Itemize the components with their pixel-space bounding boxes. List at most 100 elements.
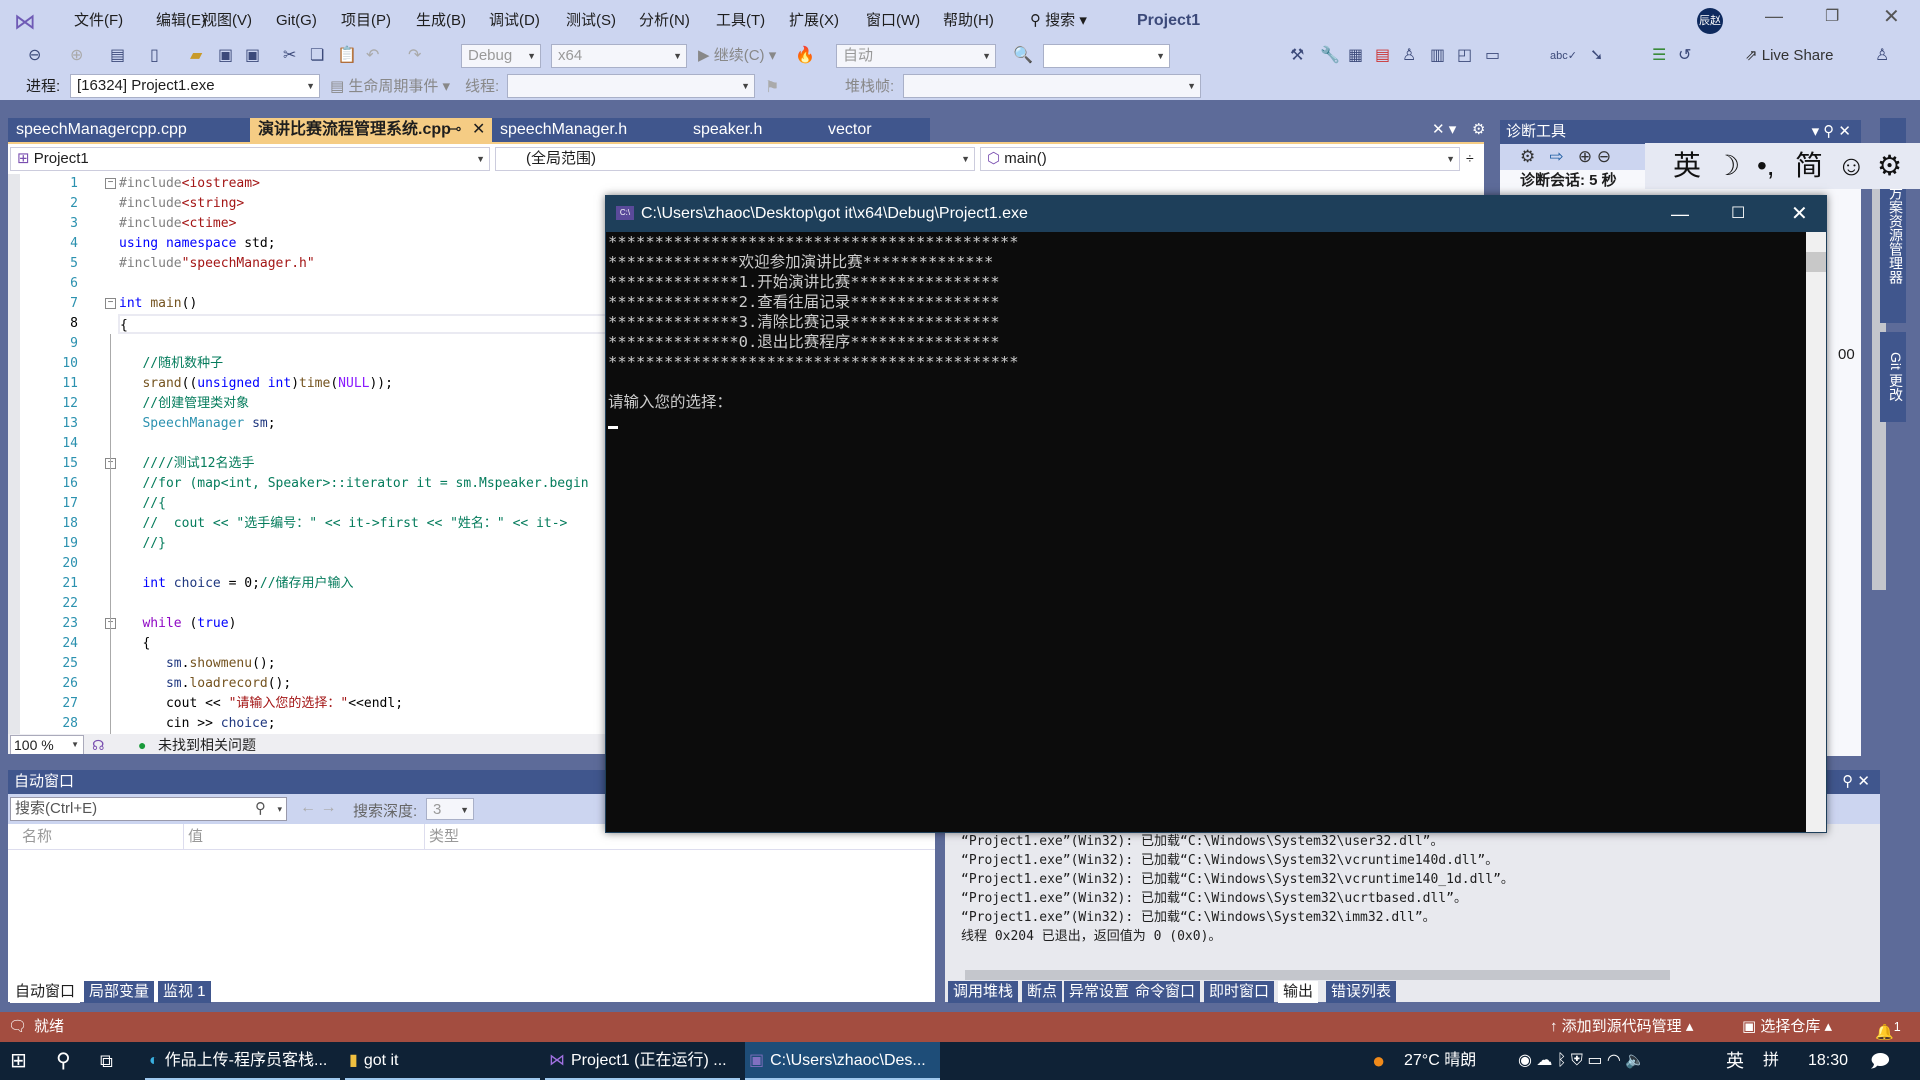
taskbar-item[interactable]: ◐ 作品上传-程序员客栈... [145, 1042, 340, 1080]
code-line[interactable]: //随机数种子 [119, 354, 223, 374]
scope-dropdown[interactable]: (全局范围) ▼ [495, 147, 975, 171]
process-dropdown[interactable]: [16324] Project1.exe ▼ [70, 74, 320, 98]
code-line[interactable]: { [119, 634, 150, 654]
console-minimize-button[interactable]: — [1671, 196, 1689, 232]
ime-language-button[interactable]: 英 [1673, 143, 1701, 189]
menu-item[interactable]: 分析(N) [633, 8, 696, 34]
gear-icon[interactable]: ⚙ [1472, 120, 1485, 138]
issues-status[interactable]: 未找到相关问题 [158, 734, 256, 754]
feedback-icon[interactable]: ♙ [1875, 44, 1889, 68]
fold-toggle[interactable]: − [105, 178, 116, 189]
configuration-dropdown[interactable]: Debug ▼ [461, 44, 541, 68]
comment-icon[interactable]: ↺ [1678, 44, 1691, 68]
tab-document[interactable]: vector [820, 118, 930, 142]
autos-tab[interactable]: 监视 1 [158, 981, 211, 1003]
output-tab[interactable]: 断点 [1022, 981, 1063, 1003]
git-changes-tab[interactable]: Git 更改 [1880, 332, 1906, 422]
breakpoint-margin[interactable] [8, 174, 20, 734]
undo-icon[interactable]: ↶ [366, 44, 379, 68]
auto-dropdown[interactable]: 自动 ▼ [836, 44, 996, 68]
menu-item[interactable]: 测试(S) [560, 8, 622, 34]
tab-document[interactable]: speaker.h [685, 118, 820, 142]
panel-controls[interactable]: ▾ ⚲ ✕ [1812, 120, 1851, 144]
column-value[interactable]: 值 [183, 824, 203, 850]
code-line[interactable]: //创建管理类对象 [119, 394, 249, 414]
code-line[interactable]: srand((unsigned int)time(NULL)); [119, 374, 392, 394]
new-item-icon[interactable]: ▯ [150, 44, 159, 68]
punctuation-icon[interactable]: •, [1757, 143, 1775, 189]
task-view-icon[interactable]: ⧉ [100, 1042, 113, 1080]
panel-controls[interactable]: ⚲ ✕ [1842, 770, 1870, 794]
action-center-icon[interactable]: 🗩 [1870, 1042, 1890, 1080]
split-icon[interactable]: ÷ [1466, 150, 1474, 166]
pointer-icon[interactable]: ➘ [1590, 44, 1603, 68]
tab-document[interactable]: speechManagercpp.cpp [8, 118, 250, 142]
menu-item[interactable]: Git(G) [270, 8, 323, 34]
console-scrollbar[interactable] [1806, 232, 1826, 832]
flag-icon[interactable]: ⚑ [765, 77, 779, 97]
redo-icon[interactable]: ↷ [408, 44, 421, 68]
menu-item[interactable]: 文件(F) [68, 8, 129, 34]
output-tab[interactable]: 即时窗口 [1204, 981, 1275, 1003]
output-tab[interactable]: 错误列表 [1326, 981, 1397, 1003]
zoom-dropdown[interactable]: 100 % ▼ [10, 735, 84, 754]
output-scrollbar[interactable] [1865, 830, 1877, 980]
console-close-button[interactable]: ✕ [1791, 196, 1808, 232]
save-all-icon[interactable]: ▣ [245, 44, 260, 68]
simplified-button[interactable]: 简 [1795, 143, 1823, 189]
window-icon[interactable]: ▦ [1348, 44, 1363, 68]
output-tab[interactable]: 命令窗口 [1130, 981, 1201, 1003]
weather-text[interactable]: 27°C 晴朗 [1404, 1042, 1476, 1080]
tray-icons[interactable]: ◉ ☁ ᛒ ⛨ ▭ ◠ 🔈 [1518, 1042, 1645, 1080]
code-line[interactable]: int main() [119, 294, 197, 314]
code-line[interactable]: sm.loadrecord(); [119, 674, 291, 694]
forward-icon[interactable]: ⊕ [70, 44, 83, 68]
search-depth-dropdown[interactable]: 3 ▼ [426, 798, 474, 820]
project-dropdown[interactable]: ⊞ Project1 ▼ [10, 147, 490, 171]
code-line[interactable]: //} [119, 534, 166, 554]
code-line[interactable]: while (true) [119, 614, 236, 634]
console-maximize-button[interactable]: ☐ [1731, 196, 1745, 232]
code-line[interactable]: #include<string> [119, 194, 244, 214]
search-button[interactable]: ⚲ 搜索 ▾ [1030, 8, 1087, 34]
menu-item[interactable]: 视图(V) [196, 8, 258, 34]
output-tab[interactable]: 调用堆栈 [948, 981, 1019, 1003]
input-language[interactable]: 英 [1726, 1042, 1744, 1080]
autos-tab[interactable]: 自动窗口 [10, 981, 81, 1003]
lifecycle-events-button[interactable]: ▤ 生命周期事件 ▾ [330, 75, 450, 99]
continue-button[interactable]: ▶ 继续(C) ▾ [698, 44, 776, 68]
code-line[interactable]: //for (map<int, Speaker>::iterator it = … [119, 474, 588, 494]
menu-item[interactable]: 调试(D) [483, 8, 546, 34]
output-tab[interactable]: 异常设置 [1064, 981, 1135, 1003]
thread-dropdown[interactable]: ▼ [507, 74, 755, 98]
save-icon[interactable]: ▣ [218, 44, 233, 68]
autos-tab[interactable]: 局部变量 [84, 981, 155, 1003]
code-line[interactable]: sm.showmenu(); [119, 654, 276, 674]
tab-document[interactable]: speechManager.h [492, 118, 685, 142]
code-line[interactable]: //{ [119, 494, 166, 514]
export-icon[interactable]: ⇨ [1549, 147, 1563, 166]
ime-settings-icon[interactable]: ⚙ [1877, 143, 1902, 189]
restore-button[interactable]: ❐ [1825, 6, 1839, 26]
layout-icon[interactable]: ◰ [1457, 44, 1472, 68]
menu-item[interactable]: 帮助(H) [937, 8, 1000, 34]
stack-frame-dropdown[interactable]: ▼ [903, 74, 1201, 98]
code-line[interactable]: int choice = 0;//储存用户输入 [119, 574, 353, 594]
zoom-out-icon[interactable]: ⊖ [1597, 147, 1611, 166]
copy-icon[interactable]: ❏ [310, 44, 324, 68]
menu-item[interactable]: 工具(T) [710, 8, 771, 34]
back-arrow-icon[interactable]: ← → [300, 799, 336, 817]
windows-start-icon[interactable]: ⊞ [10, 1042, 27, 1080]
tab-close-icon[interactable]: ✕ [472, 118, 485, 142]
zoom-in-icon[interactable]: ⊕ [1578, 147, 1592, 166]
tool-icon[interactable]: ⚒ [1290, 44, 1304, 68]
new-project-icon[interactable]: ▤ [110, 44, 125, 68]
moon-icon[interactable]: ☽ [1715, 143, 1740, 189]
hot-reload-icon[interactable]: 🔥 [795, 44, 815, 68]
home-window-icon[interactable]: ▥ [1430, 44, 1445, 68]
code-line[interactable]: cout << "请输入您的选择："<<endl; [119, 694, 403, 714]
code-line[interactable]: using namespace std; [119, 234, 276, 254]
add-to-source-control-button[interactable]: ↑ 添加到源代码管理 ▴ [1550, 1012, 1693, 1042]
code-line[interactable]: #include"speechManager.h" [119, 254, 315, 274]
wrench-icon[interactable]: 🔧 [1320, 44, 1340, 68]
